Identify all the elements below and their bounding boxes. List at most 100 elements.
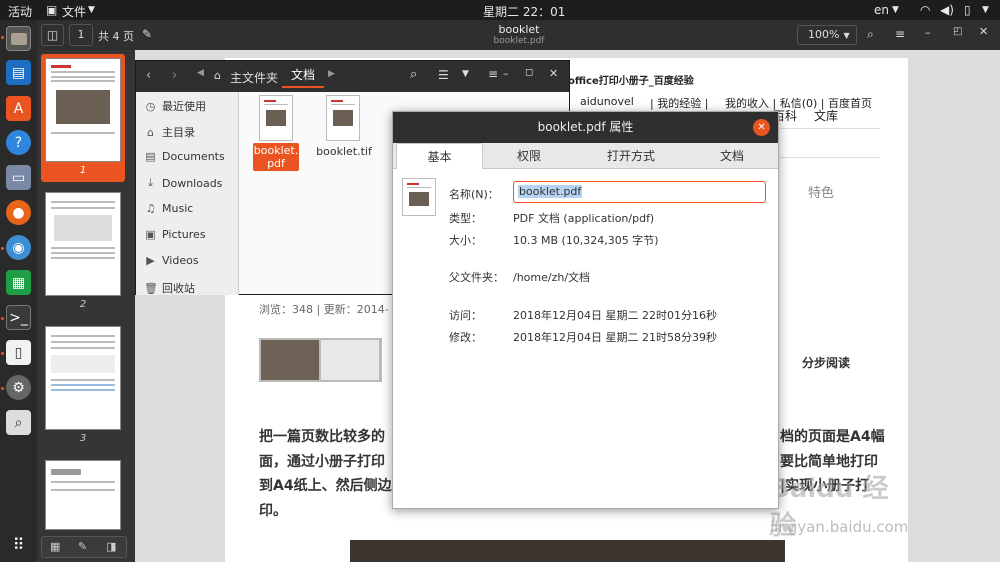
sidebar-toggle-icon[interactable]: ◫	[41, 24, 64, 46]
menu-icon[interactable]: ≡	[488, 67, 498, 81]
home-icon: ⌂	[214, 69, 221, 82]
activities-button[interactable]: 活动	[8, 3, 32, 20]
path-right-arrow-icon[interactable]: ▶	[328, 69, 335, 79]
close-icon[interactable]: ✕	[549, 67, 558, 80]
app-menu-icon[interactable]: ▣	[46, 3, 57, 17]
software-center-icon[interactable]: A	[6, 96, 31, 121]
wifi-icon[interactable]: ◠	[920, 3, 930, 17]
back-chevron-icon[interactable]: ‹	[146, 68, 151, 83]
maximize-icon[interactable]: ◰	[953, 26, 962, 37]
app-menu[interactable]: 文件	[62, 3, 86, 20]
view-options-chevron-icon[interactable]: ▼	[462, 69, 469, 79]
name-input-value: booklet.pdf	[518, 185, 583, 198]
menu-icon[interactable]: ≡	[895, 27, 905, 41]
sidebar-item-pictures[interactable]: ▣ Pictures	[144, 228, 205, 241]
page-thumbnail-4[interactable]	[45, 460, 121, 530]
settings-gear-icon[interactable]: ⚙	[6, 375, 31, 400]
doc-body-line1-right: 档的页面是A4幅	[780, 429, 885, 445]
type-value: PDF 文档 (application/pdf)	[513, 212, 655, 225]
sidebar-item-videos[interactable]: ▶ Videos	[144, 254, 198, 267]
zoom-chevron-icon: ▼	[843, 31, 850, 40]
tab-document[interactable]: 文档	[687, 143, 777, 169]
sidebar-item-downloads[interactable]: ⤓ Downloads	[144, 176, 222, 190]
path-home[interactable]: 主文件夹	[230, 69, 278, 86]
sidebar-item-home[interactable]: ⌂ 主目录	[144, 124, 195, 140]
chromium-icon[interactable]: ◉	[6, 235, 31, 260]
top-bar: 活动 ▣ 文件 ▼ 星期二 22：01 en ▼ ◠ ◀) ▯ ▼	[0, 0, 1000, 20]
system-menu-chevron-icon[interactable]: ▼	[982, 5, 989, 15]
doc-body-line4: 印。	[259, 503, 287, 519]
search-magnifier-icon[interactable]: ⌕	[6, 410, 31, 435]
properties-dialog: booklet.pdf 属性 ✕ 基本 权限 打开方式 文档 名称(N)： bo…	[392, 111, 779, 509]
doc-body-line2-left: 面，通过小册子打印	[259, 454, 385, 470]
sidebar-item-recent[interactable]: ◷ 最近使用	[144, 98, 206, 114]
forward-chevron-icon[interactable]: ›	[172, 68, 177, 83]
clock-icon: ◷	[145, 99, 156, 113]
pdf-file-icon	[259, 95, 293, 141]
doc-nav-right: 我的收入 | 私信(0) | 百度首页	[725, 97, 872, 110]
sidebar-item-trash[interactable]: 🗑 回收站	[144, 280, 195, 296]
doc-step-images	[259, 338, 382, 382]
calc-app-icon[interactable]: ▦	[6, 270, 31, 295]
firefox-icon[interactable]: ●	[6, 200, 31, 225]
tab-basic[interactable]: 基本	[396, 143, 483, 169]
volume-icon[interactable]: ◀)	[940, 3, 954, 17]
sidebar-item-documents[interactable]: ▤ Documents	[144, 150, 224, 163]
size-value: 10.3 MB (10,324,305 字节)	[513, 234, 659, 247]
download-icon: ⤓	[148, 176, 153, 189]
bookmarks-icon[interactable]: ◨	[106, 540, 116, 553]
page-thumbnail-3[interactable]	[45, 326, 121, 430]
zoom-value: 100%	[808, 28, 840, 41]
path-left-arrow-icon[interactable]: ◀	[197, 68, 204, 78]
doc-step-read: 分步阅读	[802, 356, 851, 370]
zoom-select[interactable]: 100% ▼	[797, 25, 857, 45]
size-label: 大小：	[449, 234, 482, 247]
page-thumbnail-2[interactable]	[45, 192, 121, 296]
viewer-headerbar: ◫ 1 共 4 页 ✎ booklet booklet.pdf 100% ▼ ⌕ …	[37, 20, 1000, 50]
doc-stats: 浏览：348 | 更新：2014-	[259, 303, 389, 316]
page-number-input[interactable]: 1	[69, 24, 93, 46]
file-preview-icon	[402, 178, 436, 216]
annotate-pencil-icon[interactable]: ✎	[142, 27, 152, 41]
dock: ▤ A ? ▭ ● ◉ ▦ >_ ▯ ⚙ ⌕ ⠿	[0, 20, 37, 562]
search-icon[interactable]: ⌕	[867, 27, 874, 42]
terminal-icon[interactable]: >_	[6, 305, 31, 330]
home-icon: ⌂	[147, 125, 154, 139]
battery-icon[interactable]: ▯	[964, 3, 971, 17]
minimize-icon[interactable]: –	[503, 67, 509, 80]
annotations-icon[interactable]: ✎	[78, 540, 87, 553]
sidebar-view-switcher: ▦ ✎ ◨	[41, 536, 127, 558]
clock[interactable]: 星期二 22：01	[483, 3, 565, 20]
files-app-icon[interactable]	[6, 26, 31, 51]
path-current[interactable]: 文档	[282, 65, 324, 88]
maximize-icon[interactable]: ◻	[525, 67, 533, 78]
search-icon[interactable]: ⌕	[410, 67, 417, 82]
viewer-subtitle: booklet.pdf	[493, 36, 545, 46]
name-label: 名称(N)：	[449, 188, 499, 201]
close-icon[interactable]: ✕	[979, 25, 988, 38]
list-view-icon[interactable]: ☰	[438, 68, 449, 82]
minimize-icon[interactable]: –	[925, 26, 931, 39]
name-input[interactable]: booklet.pdf	[513, 181, 766, 203]
tab-open-with[interactable]: 打开方式	[575, 143, 687, 169]
dialog-tabs: 基本 权限 打开方式 文档	[393, 143, 778, 169]
doc-body-line1-left: 把一篇页数比较多的	[259, 429, 385, 445]
sidebar-item-music[interactable]: ♫ Music	[144, 202, 194, 215]
language-indicator[interactable]: en	[874, 3, 889, 17]
trash-icon: 🗑	[144, 281, 158, 295]
page-total-label: 共 4 页	[98, 30, 134, 43]
doc-photo	[350, 540, 785, 562]
page-thumbnail-1[interactable]	[45, 58, 121, 162]
thumbnail-sidebar: 1 2 3 ▦ ✎ ◨	[37, 50, 135, 562]
help-icon[interactable]: ?	[6, 130, 31, 155]
dialog-close-icon[interactable]: ✕	[753, 119, 770, 136]
show-applications-icon[interactable]: ⠿	[6, 532, 31, 557]
app-menu-chevron-icon: ▼	[88, 5, 95, 15]
chat-app-icon[interactable]: ▭	[6, 165, 31, 190]
file-item-pdf[interactable]: booklet. pdf	[250, 95, 304, 171]
thumbnails-grid-icon[interactable]: ▦	[50, 540, 60, 553]
tab-permissions[interactable]: 权限	[483, 143, 575, 169]
document-viewer-icon[interactable]: ▯	[6, 340, 31, 365]
file-item-tif[interactable]: booklet.tif	[312, 95, 376, 171]
writer-app-icon[interactable]: ▤	[6, 60, 31, 85]
